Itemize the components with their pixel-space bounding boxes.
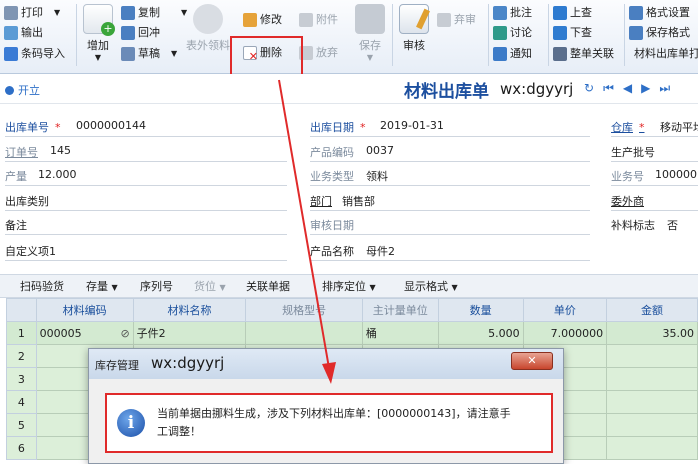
annotation-arrow xyxy=(278,79,336,384)
